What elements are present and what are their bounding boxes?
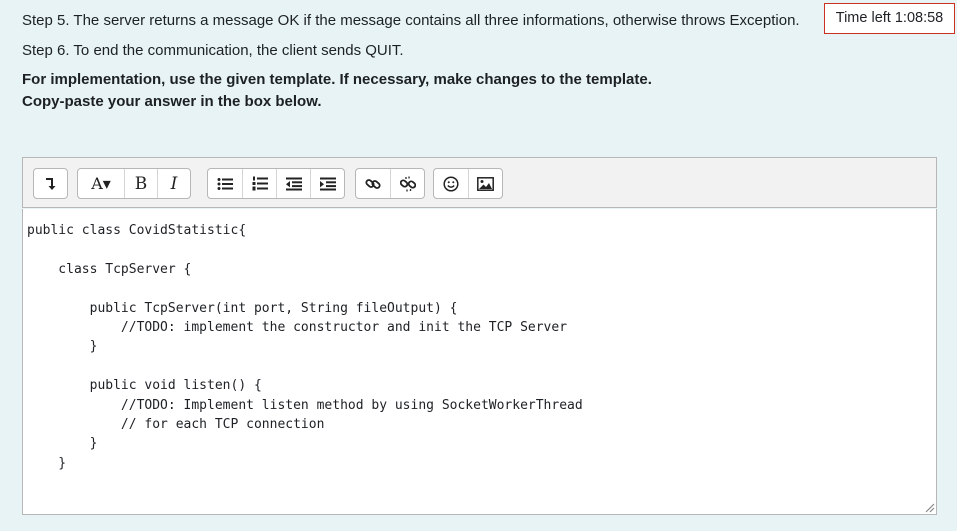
- unordered-list-icon: [217, 177, 233, 190]
- bold-button[interactable]: B: [124, 169, 157, 198]
- toolbar-group-style: A▾ B I: [77, 168, 191, 199]
- emoticon-icon: [443, 175, 459, 192]
- italic-button[interactable]: I: [157, 169, 190, 198]
- ordered-list-button[interactable]: [242, 169, 276, 198]
- indent-button[interactable]: [310, 169, 344, 198]
- outdent-button[interactable]: [276, 169, 310, 198]
- unlink-button[interactable]: [390, 169, 424, 198]
- step-5-text: Step 5. The server returns a message OK …: [22, 12, 800, 29]
- ordered-list-icon: [252, 176, 268, 191]
- step-6-text: Step 6. To end the communication, the cl…: [22, 42, 404, 59]
- unlink-icon: [399, 176, 416, 191]
- unordered-list-button[interactable]: [208, 169, 242, 198]
- question-panel: Step 5. The server returns a message OK …: [0, 0, 957, 531]
- paragraph-styles-button[interactable]: A▾: [78, 169, 124, 198]
- resize-handle-icon[interactable]: [923, 501, 935, 513]
- toolbar-group-collapse: [33, 168, 68, 199]
- toolbar-group-links: [355, 168, 425, 199]
- time-left-timer: Time left 1:08:58: [824, 3, 955, 34]
- link-icon: [365, 178, 381, 189]
- emoticon-button[interactable]: [434, 169, 468, 198]
- answer-note: Copy-paste your answer in the box below.: [22, 93, 322, 110]
- bold-icon: B: [134, 173, 148, 194]
- paragraph-styles-icon: A▾: [91, 174, 111, 193]
- link-button[interactable]: [356, 169, 390, 198]
- image-icon: [477, 176, 494, 191]
- indent-icon: [319, 177, 336, 190]
- toolbar-group-media: [433, 168, 503, 199]
- answer-editor[interactable]: public class CovidStatistic{ class TcpSe…: [22, 209, 937, 515]
- implementation-note: For implementation, use the given templa…: [22, 71, 652, 88]
- collapse-button[interactable]: [34, 169, 67, 198]
- toolbar-group-lists: [207, 168, 345, 199]
- outdent-icon: [285, 177, 302, 190]
- collapse-icon: [45, 177, 55, 190]
- editor-toolbar: A▾ B I: [22, 157, 937, 208]
- editor-content[interactable]: public class CovidStatistic{ class TcpSe…: [27, 221, 583, 473]
- image-button[interactable]: [468, 169, 502, 198]
- italic-icon: I: [170, 173, 178, 194]
